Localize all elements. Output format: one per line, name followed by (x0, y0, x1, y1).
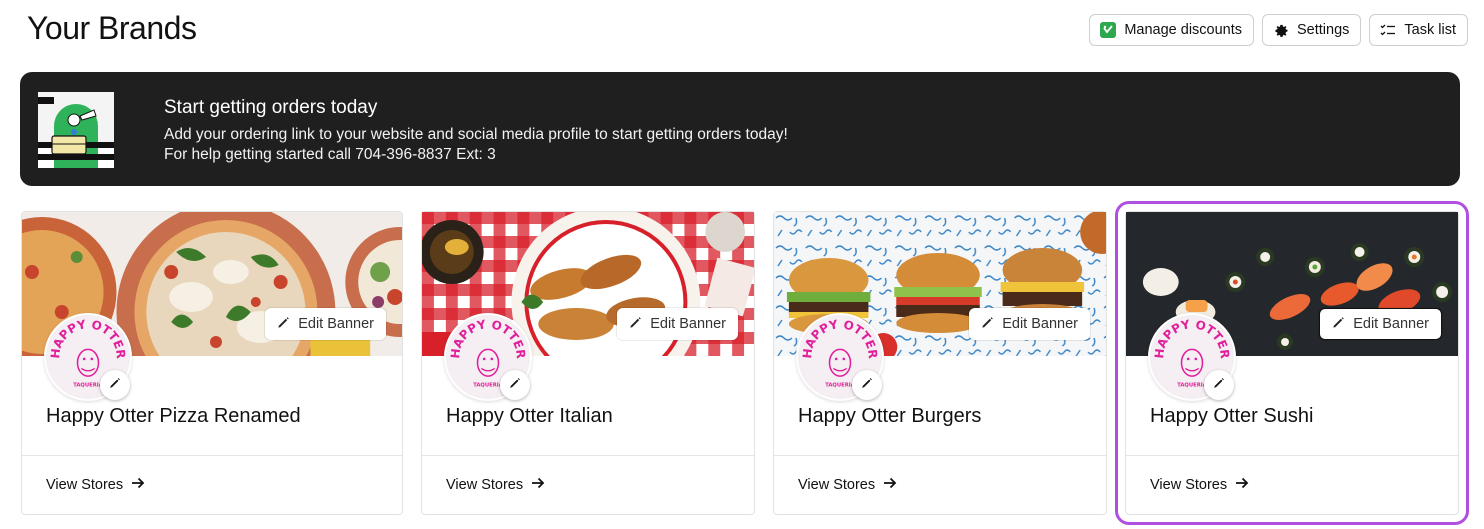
view-stores-label: View Stores (798, 477, 876, 493)
brand-name: Happy Otter Sushi (1150, 405, 1314, 427)
settings-button[interactable]: Settings (1262, 14, 1362, 46)
promo-banner: Start getting orders today Add your orde… (20, 72, 1460, 186)
pencil-icon (861, 376, 873, 394)
brand-card: Edit Banner HAPPY OTTER TAQUERIA Happy O… (21, 211, 403, 515)
store-illustration-icon (38, 92, 114, 168)
settings-label: Settings (1297, 22, 1350, 38)
view-stores-label: View Stores (446, 477, 524, 493)
manage-discounts-button[interactable]: Manage discounts (1089, 14, 1255, 46)
edit-banner-button[interactable]: Edit Banner (617, 308, 738, 340)
promo-title: Start getting orders today (164, 97, 378, 118)
gear-icon (1273, 22, 1289, 38)
pencil-icon (509, 376, 521, 394)
promo-text: Start getting orders today Add your orde… (164, 97, 788, 165)
divider (1126, 455, 1458, 456)
pencil-icon (1332, 316, 1345, 333)
brand-name: Happy Otter Burgers (798, 405, 982, 427)
arrow-right-icon (531, 477, 545, 493)
edit-banner-button[interactable]: Edit Banner (1319, 308, 1442, 340)
edit-banner-button[interactable]: Edit Banner (969, 308, 1090, 340)
arrow-right-icon (131, 477, 145, 493)
pencil-icon (277, 316, 290, 333)
pencil-icon (629, 316, 642, 333)
brand-card: Edit Banner HAPPY OTTER TAQUERIA Happy O… (773, 211, 1107, 515)
view-stores-label: View Stores (1150, 477, 1228, 493)
brand-card-selected[interactable]: Edit Banner HAPPY OTTER TAQUERIA Happy O… (1115, 201, 1469, 525)
discount-icon (1100, 22, 1117, 38)
promo-line-2: For help getting started call 704-396-88… (164, 146, 496, 163)
brand-card: Edit Banner HAPPY OTTER TAQUERIA Happy O… (421, 211, 755, 515)
checklist-icon (1380, 22, 1396, 38)
edit-logo-button[interactable] (500, 370, 530, 400)
arrow-right-icon (1235, 477, 1249, 493)
edit-banner-label: Edit Banner (298, 316, 374, 332)
edit-banner-label: Edit Banner (1002, 316, 1078, 332)
top-actions: Manage discounts Settings Task list (1089, 14, 1468, 46)
task-list-button[interactable]: Task list (1369, 14, 1468, 46)
pencil-icon (109, 376, 121, 394)
page-title: Your Brands (27, 10, 197, 46)
view-stores-link[interactable]: View Stores (1150, 477, 1249, 493)
view-stores-link[interactable]: View Stores (46, 477, 145, 493)
edit-banner-label: Edit Banner (1353, 316, 1429, 332)
arrow-right-icon (883, 477, 897, 493)
brand-name: Happy Otter Italian (446, 405, 613, 427)
divider (774, 455, 1106, 456)
view-stores-link[interactable]: View Stores (446, 477, 545, 493)
manage-discounts-label: Manage discounts (1124, 22, 1243, 38)
divider (422, 455, 754, 456)
edit-banner-label: Edit Banner (650, 316, 726, 332)
pencil-icon (981, 316, 994, 333)
edit-banner-button[interactable]: Edit Banner (265, 308, 386, 340)
view-stores-link[interactable]: View Stores (798, 477, 897, 493)
pencil-icon (1213, 376, 1225, 394)
promo-line-1: Add your ordering link to your website a… (164, 126, 788, 143)
view-stores-label: View Stores (46, 477, 124, 493)
edit-logo-button[interactable] (852, 370, 882, 400)
divider (22, 455, 402, 456)
task-list-label: Task list (1404, 22, 1456, 38)
brand-name: Happy Otter Pizza Renamed (46, 405, 301, 427)
edit-logo-button[interactable] (1204, 370, 1234, 400)
edit-logo-button[interactable] (100, 370, 130, 400)
